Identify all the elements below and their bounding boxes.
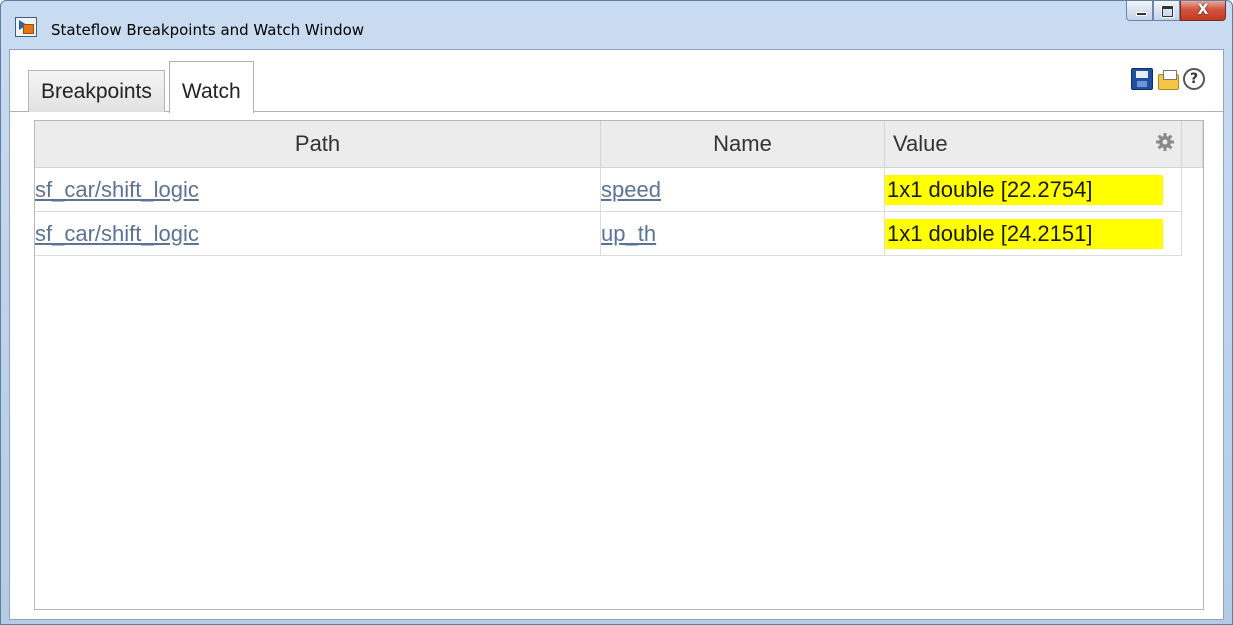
maximize-button[interactable] <box>1153 1 1180 21</box>
window-controls: X <box>1126 1 1226 23</box>
tab-strip: Breakpoints Watch <box>28 60 258 113</box>
path-link[interactable]: sf_car/shift_logic <box>35 177 199 202</box>
row-spacer <box>1182 212 1203 256</box>
value-cell: 1x1 double [22.2754] <box>884 167 1183 212</box>
minimize-button[interactable] <box>1126 1 1153 21</box>
variable-name-link[interactable]: speed <box>601 177 661 202</box>
gear-icon[interactable] <box>1155 132 1175 152</box>
name-cell: speed <box>600 167 885 212</box>
title-bar[interactable]: Stateflow Breakpoints and Watch Window X <box>1 1 1232 49</box>
header-scroll-spacer <box>1181 121 1203 168</box>
app-window: Stateflow Breakpoints and Watch Window X… <box>0 0 1233 625</box>
table-header-row: Path Name Value <box>35 121 1203 168</box>
table-row[interactable]: sf_car/shift_logic up_th 1x1 double [24.… <box>35 211 1203 256</box>
watch-table-frame: Path Name Value sf_car/shift_logic speed… <box>34 120 1204 610</box>
stateflow-app-icon[interactable] <box>15 17 37 37</box>
row-spacer <box>1182 168 1203 212</box>
path-link[interactable]: sf_car/shift_logic <box>35 221 199 246</box>
window-content: Breakpoints Watch ? Path Name Value sf_c… <box>9 49 1224 620</box>
value-cell: 1x1 double [24.2151] <box>884 211 1183 256</box>
tab-breakpoints[interactable]: Breakpoints <box>28 70 165 112</box>
name-cell: up_th <box>600 211 885 256</box>
open-folder-icon[interactable] <box>1157 68 1179 90</box>
close-button[interactable]: X <box>1180 1 1226 21</box>
variable-name-link[interactable]: up_th <box>601 221 656 246</box>
column-header-value-label: Value <box>892 131 948 156</box>
value-text: 1x1 double [22.2754] <box>884 174 1163 205</box>
value-text: 1x1 double [24.2151] <box>884 218 1163 249</box>
path-cell: sf_car/shift_logic <box>35 167 602 212</box>
path-cell: sf_car/shift_logic <box>35 211 602 256</box>
help-icon[interactable]: ? <box>1183 68 1205 90</box>
window-title: Stateflow Breakpoints and Watch Window <box>51 21 365 39</box>
tab-watch[interactable]: Watch <box>168 61 254 113</box>
table-row[interactable]: sf_car/shift_logic speed 1x1 double [22.… <box>35 167 1203 212</box>
save-icon[interactable] <box>1131 68 1153 90</box>
column-header-name[interactable]: Name <box>600 121 885 168</box>
toolbar: ? <box>1131 68 1205 90</box>
column-header-value[interactable]: Value <box>884 121 1183 168</box>
watch-table: Path Name Value sf_car/shift_logic speed… <box>35 121 1203 256</box>
column-header-path[interactable]: Path <box>35 121 602 168</box>
